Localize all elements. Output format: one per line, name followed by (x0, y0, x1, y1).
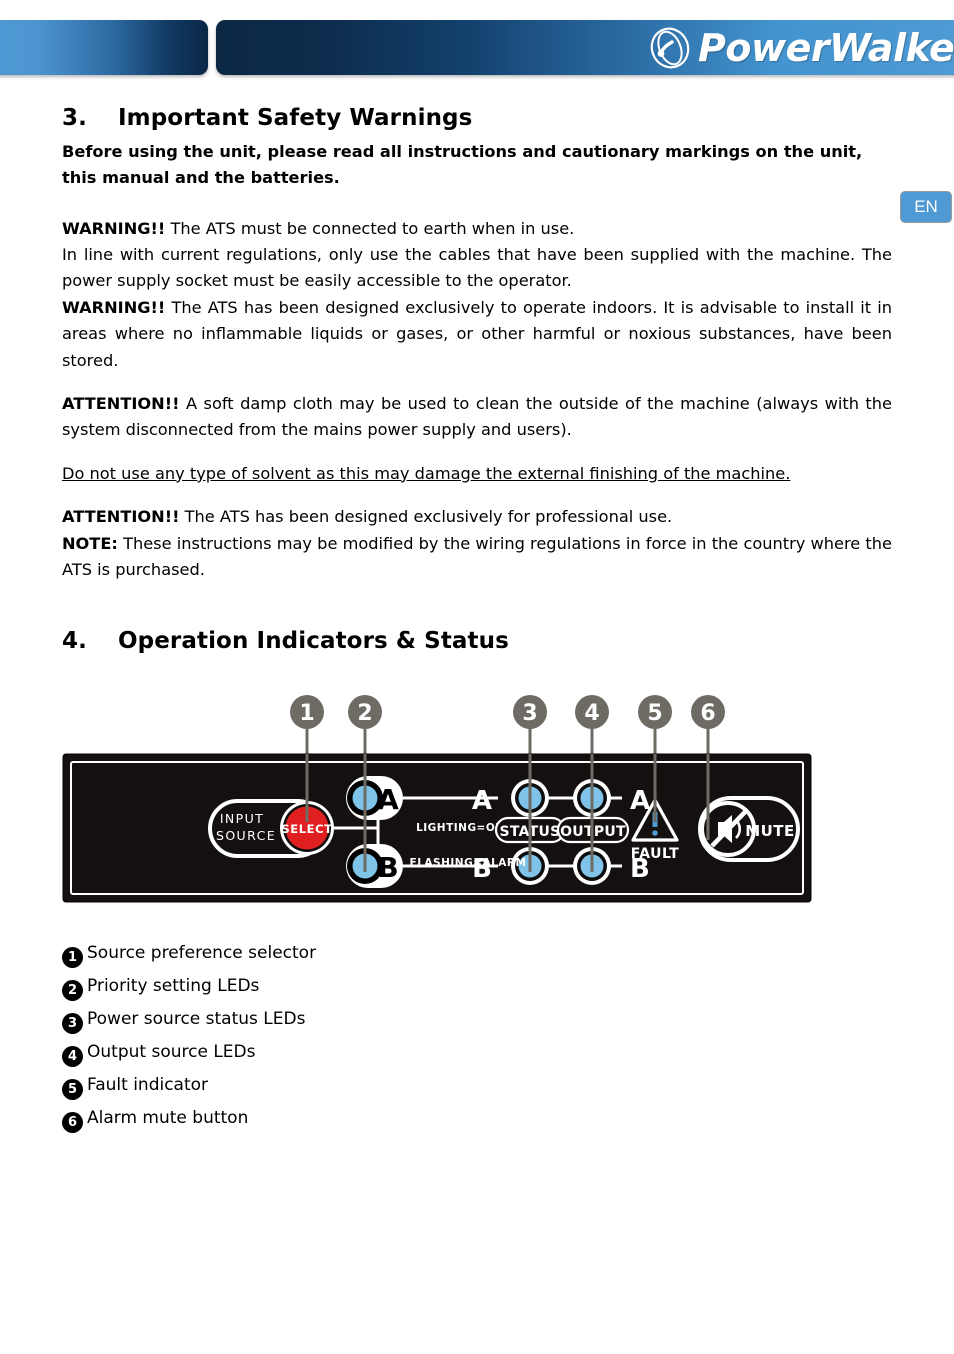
list-item: 5 Fault indicator (62, 1075, 482, 1100)
priority-led-label-a: A (377, 783, 399, 816)
list-item: 3 Power source status LEDs (62, 1009, 482, 1034)
legend-bullet-3: 3 (62, 1013, 83, 1034)
header-bar-left (0, 20, 208, 75)
svg-text:4: 4 (584, 701, 599, 726)
safety-paragraph-0: WARNING!! The ATS must be connected to e… (62, 218, 575, 238)
legend-bullet-4: 4 (62, 1046, 83, 1067)
callout-marker-3: 3 (513, 695, 547, 729)
section-heading-safety: 3. Important Safety Warnings (62, 104, 892, 133)
callout-markers: 1 2 3 4 5 6 (290, 695, 725, 729)
svg-text:3: 3 (522, 701, 537, 726)
front-panel-diagram: 1 2 3 4 5 6 INPUT SOURCE SELECT A B A B … (60, 688, 830, 920)
legend-label-4: Output source LEDs (87, 1042, 256, 1062)
legend-label-3: Power source status LEDs (87, 1009, 306, 1029)
attention-professional: ATTENTION!! The ATS has been designed ex… (62, 507, 673, 527)
panel-legend-list: 1 Source preference selector 2 Priority … (62, 944, 482, 1142)
list-item: 4 Output source LEDs (62, 1042, 482, 1067)
legend-bullet-6: 6 (62, 1112, 83, 1133)
callout-marker-5: 5 (638, 695, 672, 729)
mute-label: MUTE (745, 822, 795, 840)
svg-text:5: 5 (647, 701, 662, 726)
document-content: 3. Important Safety Warnings Before using… (62, 104, 892, 662)
section-title-operation: Operation Indicators & Status (118, 628, 509, 655)
input-source-label-line1: INPUT (220, 811, 264, 826)
brand-logo: PowerWalker (648, 24, 954, 72)
section-number-safety: 3. (62, 105, 87, 131)
list-item: 1 Source preference selector (62, 943, 482, 968)
fault-label: FAULT (631, 846, 679, 862)
callout-marker-4: 4 (575, 695, 609, 729)
language-badge-en[interactable]: EN (900, 191, 952, 223)
legend-bullet-5: 5 (62, 1079, 83, 1100)
legend-label-5: Fault indicator (87, 1075, 209, 1095)
section-number-operation: 4. (62, 628, 87, 655)
legend-bullet-1: 1 (62, 947, 83, 968)
section-heading-operation: 4. Operation Indicators & Status (62, 627, 892, 656)
legend-label-1: Source preference selector (87, 943, 317, 963)
note-wiring-regulations: NOTE: These instructions may be modified… (62, 533, 892, 580)
svg-text:2: 2 (357, 701, 372, 726)
svg-text:1: 1 (299, 701, 314, 726)
status-led-label-a: A (472, 786, 492, 816)
safety-paragraph-1: In line with current regulations, only u… (62, 244, 892, 291)
page-header: PowerWalker (0, 0, 954, 88)
callout-marker-6: 6 (691, 695, 725, 729)
callout-marker-2: 2 (348, 695, 382, 729)
legend-label-6: Alarm mute button (87, 1108, 249, 1128)
solvent-warning: Do not use any type of solvent as this m… (62, 463, 791, 483)
section-title-safety: Important Safety Warnings (118, 105, 473, 131)
select-button-label: SELECT (281, 822, 332, 836)
legend-label-2: Priority setting LEDs (87, 976, 260, 996)
lighting-ok-note: LIGHTING=OK (416, 822, 504, 834)
list-item: 2 Priority setting LEDs (62, 976, 482, 1001)
flashing-alarm-note: FLASHING=ALARM (410, 857, 527, 869)
attention-cleaning: ATTENTION!! A soft damp cloth may be use… (62, 394, 892, 440)
safety-intro: Before using the unit, please read all i… (62, 141, 863, 188)
list-item: 6 Alarm mute button (62, 1108, 482, 1133)
priority-led-label-b: B (377, 851, 398, 884)
input-source-label-line2: SOURCE (216, 828, 276, 843)
legend-bullet-2: 2 (62, 980, 83, 1001)
svg-text:6: 6 (700, 701, 715, 726)
powerwalker-swoosh-icon (650, 27, 690, 69)
brand-logo-text: PowerWalker (698, 26, 954, 70)
callout-marker-1: 1 (290, 695, 324, 729)
safety-paragraph-2: WARNING!! The ATS has been designed excl… (62, 297, 892, 370)
